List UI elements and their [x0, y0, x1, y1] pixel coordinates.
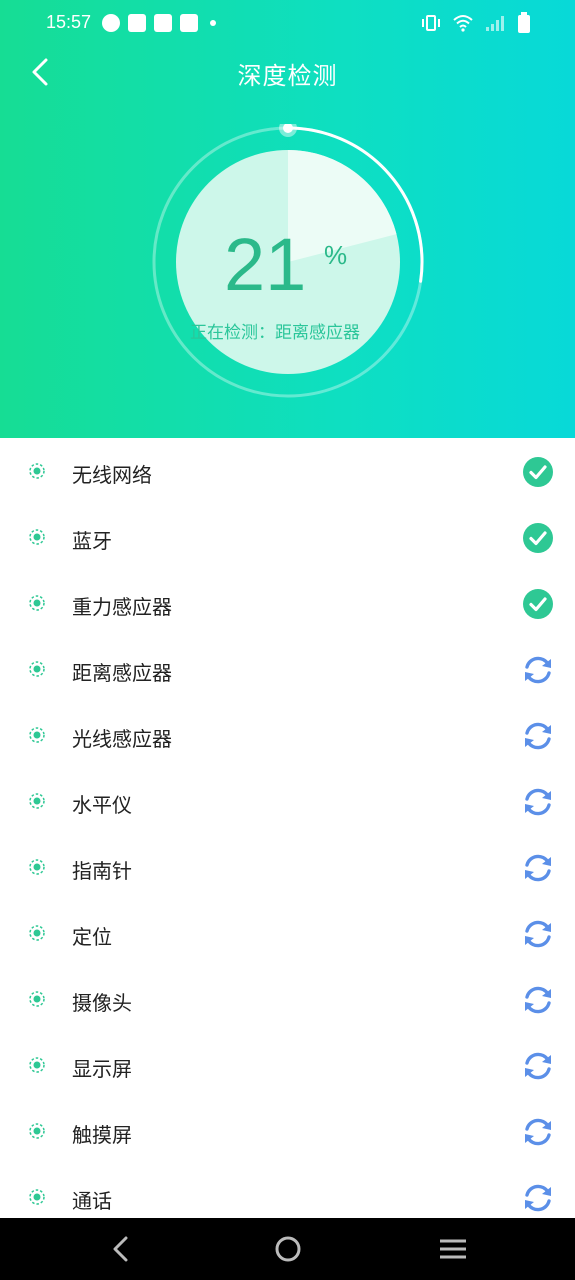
status-bar: 15:57	[0, 0, 575, 48]
nav-home-icon[interactable]	[273, 1234, 303, 1264]
radar-dot-icon	[29, 1123, 45, 1139]
list-item: 定位	[0, 902, 575, 968]
list-item: 重力感应器	[0, 572, 575, 638]
radar-dot-icon	[29, 1057, 45, 1073]
refresh-icon	[525, 1052, 551, 1080]
radar-dot-icon	[29, 1189, 45, 1205]
progress-readout: 21 %	[220, 224, 360, 306]
item-label: 摄像头	[72, 991, 132, 1015]
notification-icons	[102, 14, 216, 32]
battery-icon	[518, 12, 530, 33]
item-label: 水平仪	[72, 793, 132, 817]
more-notifications-icon	[210, 20, 216, 26]
signal-icon	[486, 16, 504, 31]
item-label: 重力感应器	[72, 595, 172, 619]
detection-list: 无线网络蓝牙重力感应器距离感应器光线感应器水平仪指南针定位摄像头显示屏触摸屏通话	[0, 440, 575, 1232]
vibrate-icon	[422, 15, 440, 31]
detecting-status: 正在检测：距离感应器	[190, 323, 360, 343]
list-item: 距离感应器	[0, 638, 575, 704]
refresh-icon	[525, 722, 551, 750]
shopping-bag-icon	[128, 14, 146, 32]
system-icons	[421, 12, 531, 34]
status-time: 15:57	[46, 12, 92, 32]
progress-percent: 21	[224, 223, 307, 306]
radar-dot-icon	[29, 991, 45, 1007]
radar-dot-icon	[29, 925, 45, 941]
page-title: 深度检测	[237, 62, 338, 90]
percent-sign: %	[324, 240, 348, 270]
item-label: 光线感应器	[72, 727, 172, 751]
refresh-icon	[525, 656, 551, 684]
radar-dot-icon	[29, 793, 45, 809]
app-notification-icon	[102, 14, 120, 32]
list-item: 触摸屏	[0, 1100, 575, 1166]
item-label: 无线网络	[72, 463, 152, 487]
navigation-bar	[0, 1218, 575, 1280]
radar-dot-icon	[29, 463, 45, 479]
refresh-icon	[525, 920, 551, 948]
item-label: 蓝牙	[72, 529, 112, 553]
check-icon	[523, 523, 553, 553]
item-label: 触摸屏	[72, 1123, 132, 1147]
refresh-icon	[525, 854, 551, 882]
item-label: 显示屏	[72, 1057, 132, 1081]
list-item: 水平仪	[0, 770, 575, 836]
list-item: 摄像头	[0, 968, 575, 1034]
radar-dot-icon	[29, 595, 45, 611]
item-label: 距离感应器	[72, 661, 172, 685]
list-item: 光线感应器	[0, 704, 575, 770]
item-label: 指南针	[72, 859, 132, 883]
item-label: 定位	[72, 925, 112, 949]
item-label: 通话	[72, 1189, 112, 1213]
check-icon	[523, 457, 553, 487]
list-item: 无线网络	[0, 440, 575, 506]
nav-menu-icon[interactable]	[438, 1234, 468, 1264]
check-icon	[523, 589, 553, 619]
radar-dot-icon	[29, 529, 45, 545]
refresh-icon	[525, 986, 551, 1014]
shopping-bag-icon	[180, 14, 198, 32]
nav-back-icon[interactable]	[106, 1234, 136, 1264]
list-item: 显示屏	[0, 1034, 575, 1100]
refresh-icon	[525, 1184, 551, 1212]
refresh-icon	[525, 788, 551, 816]
radar-dot-icon	[29, 859, 45, 875]
radar-dot-icon	[29, 661, 45, 677]
refresh-icon	[525, 1118, 551, 1146]
shopping-bag-icon	[154, 14, 172, 32]
list-item: 蓝牙	[0, 506, 575, 572]
list-item: 指南针	[0, 836, 575, 902]
radar-dot-icon	[29, 727, 45, 743]
wifi-icon	[453, 15, 473, 32]
